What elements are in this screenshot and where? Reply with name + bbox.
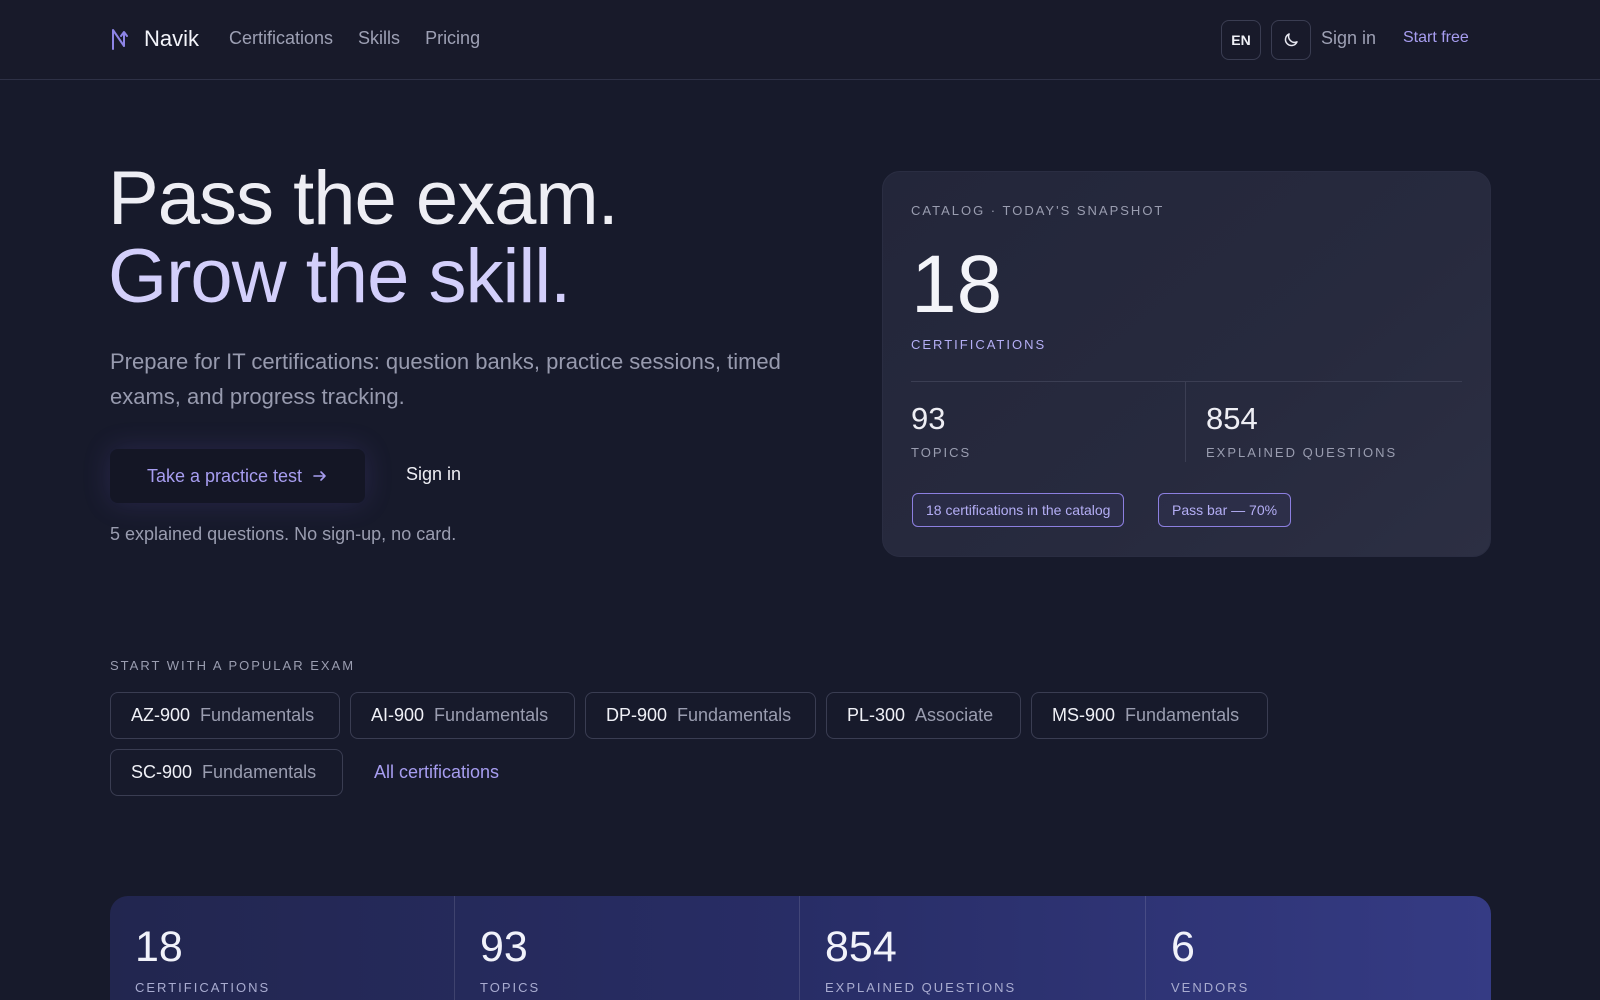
exam-chip-dp-900[interactable]: DP-900 Fundamentals bbox=[585, 692, 816, 739]
band-stat-certifications: 18 CERTIFICATIONS bbox=[110, 896, 455, 1000]
take-practice-test-button[interactable]: Take a practice test bbox=[110, 449, 365, 503]
site-header: Navik Certifications Skills Pricing EN S… bbox=[0, 0, 1600, 80]
brand-name: Navik bbox=[144, 26, 200, 51]
nav-skills[interactable]: Skills bbox=[358, 28, 400, 49]
exam-code: DP-900 bbox=[606, 705, 668, 725]
exam-level: Associate bbox=[915, 705, 994, 725]
hero-note: 5 explained questions. No sign-up, no ca… bbox=[110, 524, 457, 544]
band-label: VENDORS bbox=[1171, 980, 1250, 995]
exam-chip-pl-300[interactable]: PL-300 Associate bbox=[826, 692, 1021, 739]
band-value: 6 bbox=[1171, 923, 1195, 971]
start-free-link[interactable]: Start free bbox=[1403, 29, 1469, 47]
exam-chip-ai-900[interactable]: AI-900 Fundamentals bbox=[350, 692, 575, 739]
band-value: 854 bbox=[825, 923, 897, 971]
exam-chip-az-900[interactable]: AZ-900 Fundamentals bbox=[110, 692, 340, 739]
catalog-count-chip: 18 certifications in the catalog bbox=[912, 493, 1125, 527]
snapshot-vertical-divider bbox=[1185, 382, 1186, 462]
band-stat-topics: 93 TOPICS bbox=[455, 896, 800, 1000]
language-button[interactable]: EN bbox=[1221, 20, 1261, 60]
snapshot-stat-topics: 93 TOPICS bbox=[911, 401, 972, 461]
snapshot-topics-value: 93 bbox=[911, 401, 946, 436]
hero-title-line2: Grow the skill. bbox=[108, 234, 571, 319]
band-stat-questions: 854 EXPLAINED QUESTIONS bbox=[800, 896, 1146, 1000]
snapshot-kicker: CATALOG · TODAY'S SNAPSHOT bbox=[911, 203, 1165, 218]
exam-code: AI-900 bbox=[371, 705, 425, 725]
exam-level: Fundamentals bbox=[434, 705, 549, 725]
moon-icon bbox=[1284, 33, 1298, 47]
band-stat-vendors: 6 VENDORS bbox=[1146, 896, 1491, 1000]
exam-chip-sc-900[interactable]: SC-900 Fundamentals bbox=[110, 749, 343, 796]
snapshot-stat-questions: 854 EXPLAINED QUESTIONS bbox=[1206, 401, 1398, 461]
main-nav: Certifications Skills Pricing bbox=[229, 28, 480, 49]
exam-code: AZ-900 bbox=[131, 705, 191, 725]
exam-code: PL-300 bbox=[847, 705, 906, 725]
band-value: 18 bbox=[135, 923, 183, 971]
header-sign-in-link[interactable]: Sign in bbox=[1321, 28, 1376, 49]
arrow-right-icon bbox=[313, 471, 326, 481]
exam-code: MS-900 bbox=[1052, 705, 1116, 725]
snapshot-certifications-count: 18 bbox=[911, 239, 1003, 330]
stats-band: 18 CERTIFICATIONS 93 TOPICS 854 EXPLAINE… bbox=[110, 896, 1491, 1000]
exam-code: SC-900 bbox=[131, 762, 193, 782]
hero-title-line1: Pass the exam. bbox=[108, 156, 619, 241]
hero-sign-in-link[interactable]: Sign in bbox=[406, 464, 461, 485]
hero-title: Pass the exam. Grow the skill. bbox=[108, 156, 619, 319]
snapshot-topics-label: TOPICS bbox=[911, 445, 972, 460]
exam-level: Fundamentals bbox=[202, 762, 317, 782]
exam-level: Fundamentals bbox=[1125, 705, 1240, 725]
all-certifications-link[interactable]: All certifications bbox=[374, 762, 499, 783]
snapshot-divider bbox=[911, 381, 1462, 382]
hero-subtitle: Prepare for IT certifications: question … bbox=[110, 349, 781, 409]
exam-chip-ms-900[interactable]: MS-900 Fundamentals bbox=[1031, 692, 1268, 739]
popular-exams-label: START WITH A POPULAR EXAM bbox=[110, 658, 356, 673]
snapshot-questions-value: 854 bbox=[1206, 401, 1258, 436]
band-label: CERTIFICATIONS bbox=[135, 980, 271, 995]
nav-certifications[interactable]: Certifications bbox=[229, 28, 333, 49]
theme-toggle-button[interactable] bbox=[1271, 20, 1311, 60]
navik-logo-icon bbox=[112, 29, 128, 50]
pass-bar-chip: Pass bar — 70% bbox=[1158, 493, 1292, 527]
logo[interactable]: Navik bbox=[110, 26, 199, 52]
exam-level: Fundamentals bbox=[200, 705, 315, 725]
band-label: TOPICS bbox=[480, 980, 541, 995]
take-practice-test-label: Take a practice test bbox=[146, 465, 303, 486]
nav-pricing[interactable]: Pricing bbox=[425, 28, 480, 49]
snapshot-questions-label: EXPLAINED QUESTIONS bbox=[1206, 445, 1398, 460]
snapshot-certifications-label: CERTIFICATIONS bbox=[911, 337, 1047, 352]
catalog-snapshot-card: CATALOG · TODAY'S SNAPSHOT 18 CERTIFICAT… bbox=[882, 171, 1491, 557]
band-label: EXPLAINED QUESTIONS bbox=[825, 980, 1017, 995]
exam-level: Fundamentals bbox=[677, 705, 792, 725]
band-value: 93 bbox=[480, 923, 528, 971]
